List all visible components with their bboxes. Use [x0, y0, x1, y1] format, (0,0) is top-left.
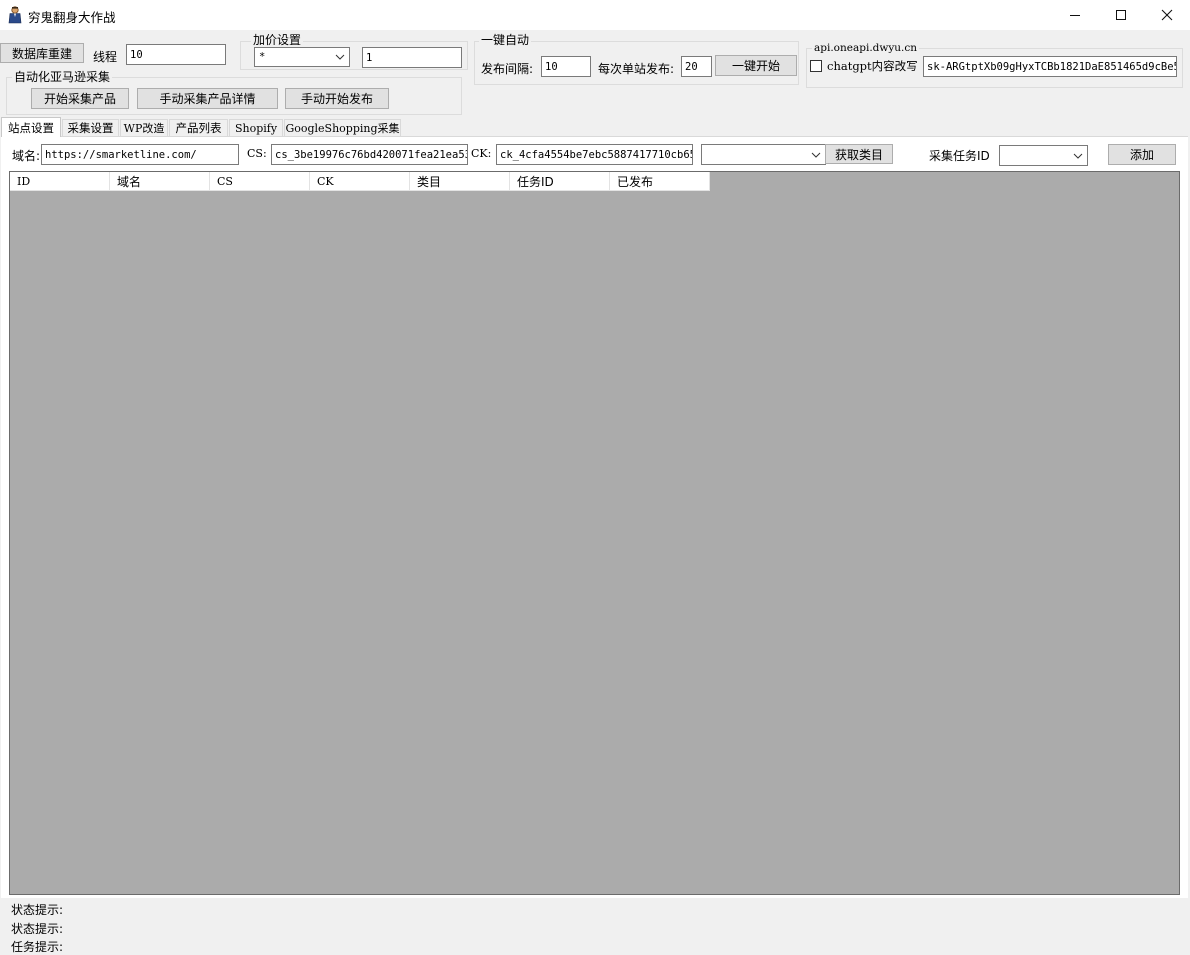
threads-label: 线程: [93, 50, 118, 64]
status-line-1: 状态提示:: [11, 903, 64, 917]
chevron-down-icon: [811, 152, 821, 158]
status-line-2: 状态提示:: [11, 922, 64, 936]
category-select[interactable]: [701, 144, 826, 165]
ck-label: CK:: [471, 147, 492, 160]
grid-header: ID 域名 CS CK 类目 任务ID 已发布: [10, 172, 710, 191]
chatgpt-rewrite-checkbox[interactable]: [810, 60, 822, 72]
title-bar: 穷鬼翻身大作战: [0, 0, 1190, 30]
close-button[interactable]: [1144, 0, 1190, 30]
tab-site-settings[interactable]: 站点设置: [1, 117, 61, 137]
column-header-task-id[interactable]: 任务ID: [510, 172, 610, 191]
start-collect-button[interactable]: 开始采集产品: [31, 88, 129, 109]
column-header-ck[interactable]: CK: [310, 172, 410, 191]
maximize-icon: [1116, 10, 1126, 20]
tab-shopify[interactable]: Shopify: [229, 119, 283, 136]
column-header-published[interactable]: 已发布: [610, 172, 710, 191]
api-key-input[interactable]: sk-ARGtptXb09gHyxTCBb1821DaE851465d9cBe5…: [923, 56, 1177, 77]
per-site-publish-label: 每次单站发布:: [598, 62, 675, 76]
column-header-domain[interactable]: 域名: [110, 172, 210, 191]
threads-input[interactable]: 10: [126, 44, 226, 65]
close-icon: [1161, 9, 1173, 21]
one-click-auto-title: 一键自动: [479, 33, 532, 47]
chatgpt-rewrite-label: chatgpt内容改写: [827, 59, 918, 73]
manual-collect-detail-button[interactable]: 手动采集产品详情: [137, 88, 278, 109]
fetch-category-button[interactable]: 获取类目: [825, 144, 893, 164]
task-id-label: 采集任务ID: [929, 149, 990, 163]
minimize-icon: [1070, 15, 1080, 16]
tab-wp-modify[interactable]: WP改造: [120, 119, 168, 136]
price-operator-select[interactable]: *: [254, 47, 350, 67]
cs-label: CS:: [247, 147, 267, 160]
tab-google-shopping[interactable]: GoogleShopping采集: [284, 119, 401, 136]
task-status-line: 任务提示:: [11, 940, 64, 954]
tab-product-list[interactable]: 产品列表: [169, 119, 228, 136]
rebuild-database-button[interactable]: 数据库重建: [0, 43, 84, 63]
minimize-button[interactable]: [1052, 0, 1098, 30]
one-click-start-button[interactable]: 一键开始: [715, 55, 797, 76]
per-site-publish-input[interactable]: 20: [681, 56, 712, 77]
chevron-down-icon: [335, 54, 345, 60]
user-figure-icon: [8, 6, 22, 24]
publish-interval-input[interactable]: 10: [541, 56, 591, 77]
api-host-title: api.oneapi.dwyu.cn: [812, 41, 920, 55]
chevron-down-icon: [1073, 153, 1083, 159]
add-site-button[interactable]: 添加: [1108, 144, 1176, 165]
column-header-cs[interactable]: CS: [210, 172, 310, 191]
publish-interval-label: 发布间隔:: [481, 62, 534, 76]
price-settings-title: 加价设置: [251, 33, 304, 47]
column-header-category[interactable]: 类目: [410, 172, 510, 191]
status-area: 状态提示: 状态提示: 任务提示:: [0, 898, 1190, 954]
manual-publish-button[interactable]: 手动开始发布: [285, 88, 389, 109]
price-factor-input[interactable]: 1: [362, 47, 462, 68]
sites-data-grid[interactable]: ID 域名 CS CK 类目 任务ID 已发布: [9, 171, 1180, 895]
amazon-collect-title: 自动化亚马逊采集: [12, 70, 113, 84]
task-id-select[interactable]: [999, 145, 1088, 166]
domain-input[interactable]: https://smarketline.com/: [41, 144, 239, 165]
window-title: 穷鬼翻身大作战: [28, 10, 116, 25]
tab-collect-settings[interactable]: 采集设置: [62, 119, 119, 136]
price-operator-value: *: [259, 51, 266, 63]
maximize-button[interactable]: [1098, 0, 1144, 30]
column-header-id[interactable]: ID: [10, 172, 110, 191]
ck-input[interactable]: ck_4cfa4554be7ebc5887417710cb65e: [496, 144, 693, 165]
cs-input[interactable]: cs_3be19976c76bd420071fea21ea53c: [271, 144, 468, 165]
domain-label: 域名:: [12, 149, 41, 163]
